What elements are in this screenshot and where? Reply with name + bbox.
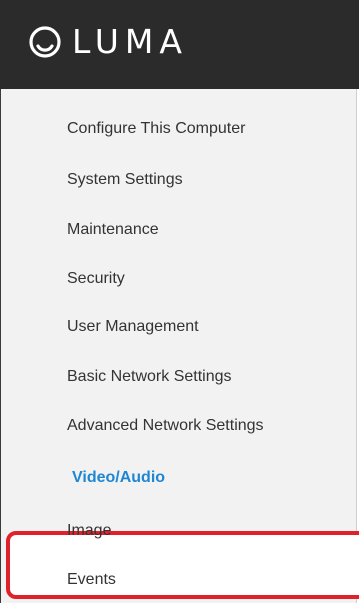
sidebar-item-basic-network-settings[interactable]: Basic Network Settings	[67, 367, 232, 387]
selection-highlight-box	[6, 531, 359, 599]
header-bar: LUMA	[0, 0, 359, 89]
sidebar-menu: Configure This Computer System Settings …	[0, 89, 359, 603]
sidebar-item-system-settings[interactable]: System Settings	[67, 170, 183, 190]
luma-logo[interactable]: LUMA	[28, 20, 188, 64]
luma-logo-icon	[29, 26, 61, 58]
app-window: LUMA Configure This Computer System Sett…	[0, 0, 359, 603]
sidebar-item-configure-this-computer[interactable]: Configure This Computer	[67, 119, 245, 139]
sidebar-item-image[interactable]: Image	[67, 521, 111, 541]
sidebar-item-advanced-network-settings[interactable]: Advanced Network Settings	[67, 416, 264, 436]
sidebar-item-security[interactable]: Security	[67, 269, 125, 289]
brand-name: LUMA	[72, 22, 188, 61]
sidebar-item-user-management[interactable]: User Management	[67, 317, 199, 337]
sidebar-item-video-audio[interactable]: Video/Audio	[72, 468, 165, 488]
sidebar-item-maintenance[interactable]: Maintenance	[67, 220, 159, 240]
sidebar-item-events[interactable]: Events	[67, 570, 116, 590]
